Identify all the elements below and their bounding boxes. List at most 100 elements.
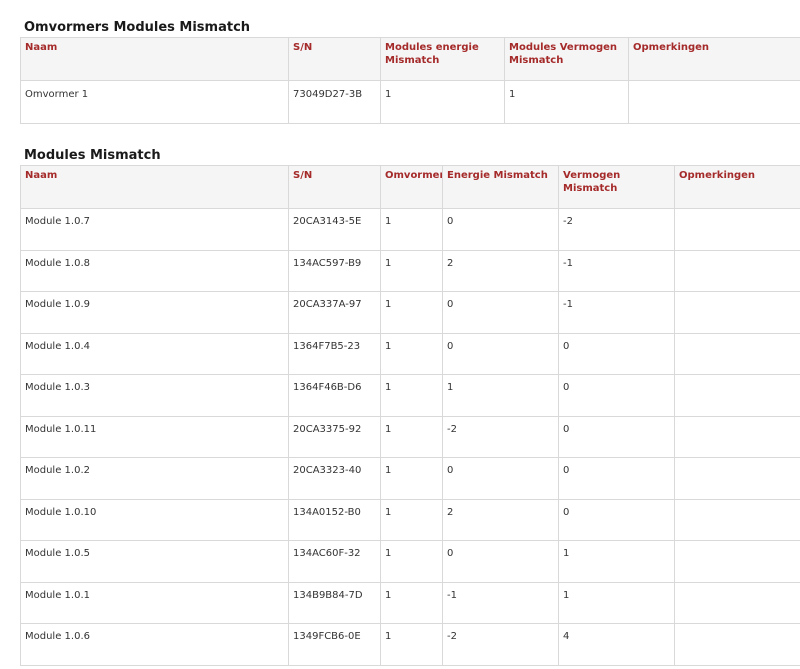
cell-naam: Module 1.0.5 (20, 540, 289, 583)
table-row: Module 1.0.7 20CA3143-5E 1 0 -2 (20, 208, 800, 251)
table-row: Omvormer 1 73049D27-3B 1 1 (20, 80, 800, 124)
cell-naam: Omvormer 1 (20, 80, 289, 124)
column-header-opmerkingen: Opmerkingen (628, 37, 800, 81)
cell-naam: Module 1.0.6 (20, 623, 289, 666)
cell-opmerkingen (674, 332, 800, 375)
table-header-row: Naam S/N Omvormer Energie Mismatch Vermo… (20, 165, 800, 209)
cell-omvormer: 1 (380, 249, 443, 292)
cell-opmerkingen (628, 80, 800, 124)
cell-opmerkingen (674, 415, 800, 458)
cell-naam: Module 1.0.8 (20, 249, 289, 292)
cell-energie-mismatch: 2 (442, 249, 559, 292)
column-header-modules-energie-mismatch: Modules energie Mismatch (380, 37, 505, 81)
cell-vermogen-mismatch: -1 (558, 249, 675, 292)
cell-vermogen-mismatch: 4 (558, 623, 675, 666)
column-header-omvormer: Omvormer (380, 165, 443, 209)
cell-naam: Module 1.0.11 (20, 415, 289, 458)
column-header-opmerkingen: Opmerkingen (674, 165, 800, 209)
cell-opmerkingen (674, 249, 800, 292)
cell-omvormer: 1 (380, 498, 443, 541)
cell-sn: 1364F46B-D6 (288, 374, 381, 417)
cell-omvormer: 1 (380, 332, 443, 375)
cell-omvormer: 1 (380, 540, 443, 583)
cell-opmerkingen (674, 581, 800, 624)
omvormers-mismatch-table: Naam S/N Modules energie Mismatch Module… (20, 37, 800, 124)
cell-sn: 73049D27-3B (288, 80, 381, 124)
cell-vermogen-mismatch: -2 (558, 208, 675, 251)
column-header-modules-vermogen-mismatch: Modules Vermogen Mismatch (504, 37, 629, 81)
cell-sn: 134AC60F-32 (288, 540, 381, 583)
cell-sn: 134AC597-B9 (288, 249, 381, 292)
cell-vermogen-mismatch: -1 (558, 291, 675, 334)
cell-energie-mismatch: -2 (442, 623, 559, 666)
cell-naam: Module 1.0.9 (20, 291, 289, 334)
column-header-naam: Naam (20, 37, 289, 81)
cell-naam: Module 1.0.4 (20, 332, 289, 375)
table-row: Module 1.0.4 1364F7B5-23 1 0 0 (20, 332, 800, 375)
cell-sn: 20CA3375-92 (288, 415, 381, 458)
cell-naam: Module 1.0.3 (20, 374, 289, 417)
cell-energie-mismatch: 0 (442, 208, 559, 251)
column-header-sn: S/N (288, 165, 381, 209)
cell-modules-vermogen-mismatch: 1 (504, 80, 629, 124)
cell-omvormer: 1 (380, 623, 443, 666)
column-header-energie-mismatch: Energie Mismatch (442, 165, 559, 209)
cell-naam: Module 1.0.2 (20, 457, 289, 500)
cell-energie-mismatch: 2 (442, 498, 559, 541)
table-row: Module 1.0.6 1349FCB6-0E 1 -2 4 (20, 623, 800, 666)
omvormers-modules-mismatch-title: Omvormers Modules Mismatch (24, 20, 251, 35)
cell-energie-mismatch: 0 (442, 457, 559, 500)
cell-energie-mismatch: 1 (442, 374, 559, 417)
cell-vermogen-mismatch: 0 (558, 374, 675, 417)
cell-sn: 1364F7B5-23 (288, 332, 381, 375)
cell-opmerkingen (674, 498, 800, 541)
cell-naam: Module 1.0.1 (20, 581, 289, 624)
column-header-vermogen-mismatch: Vermogen Mismatch (558, 165, 675, 209)
cell-energie-mismatch: -1 (442, 581, 559, 624)
cell-naam: Module 1.0.10 (20, 498, 289, 541)
cell-vermogen-mismatch: 0 (558, 457, 675, 500)
cell-omvormer: 1 (380, 415, 443, 458)
cell-opmerkingen (674, 291, 800, 334)
cell-omvormer: 1 (380, 581, 443, 624)
table-row: Module 1.0.1 134B9B84-7D 1 -1 1 (20, 581, 800, 624)
modules-mismatch-table: Naam S/N Omvormer Energie Mismatch Vermo… (20, 165, 800, 666)
table-row: Module 1.0.10 134A0152-B0 1 2 0 (20, 498, 800, 541)
cell-vermogen-mismatch: 0 (558, 498, 675, 541)
cell-sn: 134B9B84-7D (288, 581, 381, 624)
column-header-naam: Naam (20, 165, 289, 209)
cell-vermogen-mismatch: 0 (558, 332, 675, 375)
cell-sn: 20CA3323-40 (288, 457, 381, 500)
column-header-sn: S/N (288, 37, 381, 81)
cell-naam: Module 1.0.7 (20, 208, 289, 251)
cell-opmerkingen (674, 374, 800, 417)
cell-energie-mismatch: 0 (442, 291, 559, 334)
modules-mismatch-title: Modules Mismatch (24, 148, 161, 163)
table-row: Module 1.0.9 20CA337A-97 1 0 -1 (20, 291, 800, 334)
table-row: Module 1.0.2 20CA3323-40 1 0 0 (20, 457, 800, 500)
table-row: Module 1.0.3 1364F46B-D6 1 1 0 (20, 374, 800, 417)
cell-energie-mismatch: 0 (442, 332, 559, 375)
cell-omvormer: 1 (380, 374, 443, 417)
cell-modules-energie-mismatch: 1 (380, 80, 505, 124)
cell-sn: 20CA337A-97 (288, 291, 381, 334)
table-row: Module 1.0.11 20CA3375-92 1 -2 0 (20, 415, 800, 458)
cell-vermogen-mismatch: 1 (558, 581, 675, 624)
cell-opmerkingen (674, 457, 800, 500)
cell-omvormer: 1 (380, 291, 443, 334)
cell-vermogen-mismatch: 1 (558, 540, 675, 583)
table-row: Module 1.0.5 134AC60F-32 1 0 1 (20, 540, 800, 583)
table-header-row: Naam S/N Modules energie Mismatch Module… (20, 37, 800, 81)
cell-opmerkingen (674, 540, 800, 583)
cell-energie-mismatch: 0 (442, 540, 559, 583)
cell-sn: 20CA3143-5E (288, 208, 381, 251)
cell-omvormer: 1 (380, 457, 443, 500)
cell-omvormer: 1 (380, 208, 443, 251)
table-row: Module 1.0.8 134AC597-B9 1 2 -1 (20, 249, 800, 292)
cell-opmerkingen (674, 208, 800, 251)
cell-sn: 1349FCB6-0E (288, 623, 381, 666)
cell-sn: 134A0152-B0 (288, 498, 381, 541)
cell-opmerkingen (674, 623, 800, 666)
cell-energie-mismatch: -2 (442, 415, 559, 458)
cell-vermogen-mismatch: 0 (558, 415, 675, 458)
